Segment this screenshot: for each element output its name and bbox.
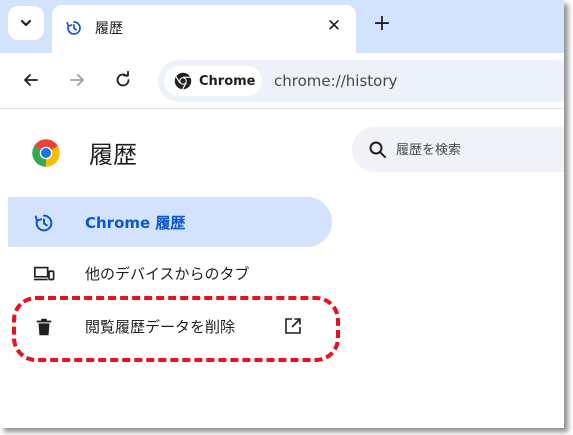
toolbar-divider — [0, 108, 564, 109]
new-tab-button[interactable]: + — [369, 10, 395, 36]
arrow-right-icon — [70, 74, 84, 86]
tab-search-button[interactable] — [8, 6, 44, 40]
search-icon — [369, 141, 386, 158]
back-button[interactable] — [18, 67, 44, 93]
history-icon — [34, 214, 53, 232]
external-link-icon — [285, 318, 301, 334]
tab-history[interactable]: 履歴 ✕ — [52, 5, 356, 53]
sidebar-item-clear-browsing-data[interactable]: 閲覧履歴データを削除 — [8, 301, 332, 351]
trash-icon — [36, 318, 52, 336]
devices-icon — [33, 266, 55, 281]
history-search-box[interactable] — [352, 127, 564, 172]
sidebar-item-other-devices[interactable]: 他のデバイスからのタブ — [8, 248, 332, 298]
chevron-down-icon — [20, 19, 32, 27]
chrome-logo-icon — [32, 139, 60, 167]
page-title: 履歴 — [89, 141, 137, 169]
tab-title: 履歴 — [95, 21, 123, 37]
tab-strip: 履歴 ✕ + — [0, 0, 564, 53]
sidebar-item-label: 閲覧履歴データを削除 — [85, 318, 236, 336]
close-icon[interactable]: ✕ — [324, 16, 344, 36]
sidebar-item-label: 他のデバイスからのタブ — [85, 265, 250, 283]
address-bar[interactable]: Chrome chrome://history — [158, 60, 564, 102]
reload-button[interactable] — [110, 67, 136, 93]
sidebar-item-chrome-history[interactable]: Chrome 履歴 — [8, 197, 332, 247]
browser-window: 履歴 ✕ + Chrome chrome://history 履歴 履歴を検索 … — [0, 0, 564, 428]
search-input[interactable] — [396, 140, 564, 160]
reload-icon — [116, 71, 130, 87]
forward-button[interactable] — [64, 67, 90, 93]
url-text[interactable]: chrome://history — [274, 72, 397, 90]
arrow-left-icon — [24, 74, 38, 86]
toolbar: Chrome chrome://history — [0, 53, 564, 108]
history-icon — [66, 21, 81, 35]
site-info-chip[interactable]: Chrome — [164, 66, 262, 96]
sidebar-item-label: Chrome 履歴 — [85, 214, 186, 232]
chrome-logo-icon — [174, 72, 192, 90]
chip-label: Chrome — [199, 73, 256, 89]
